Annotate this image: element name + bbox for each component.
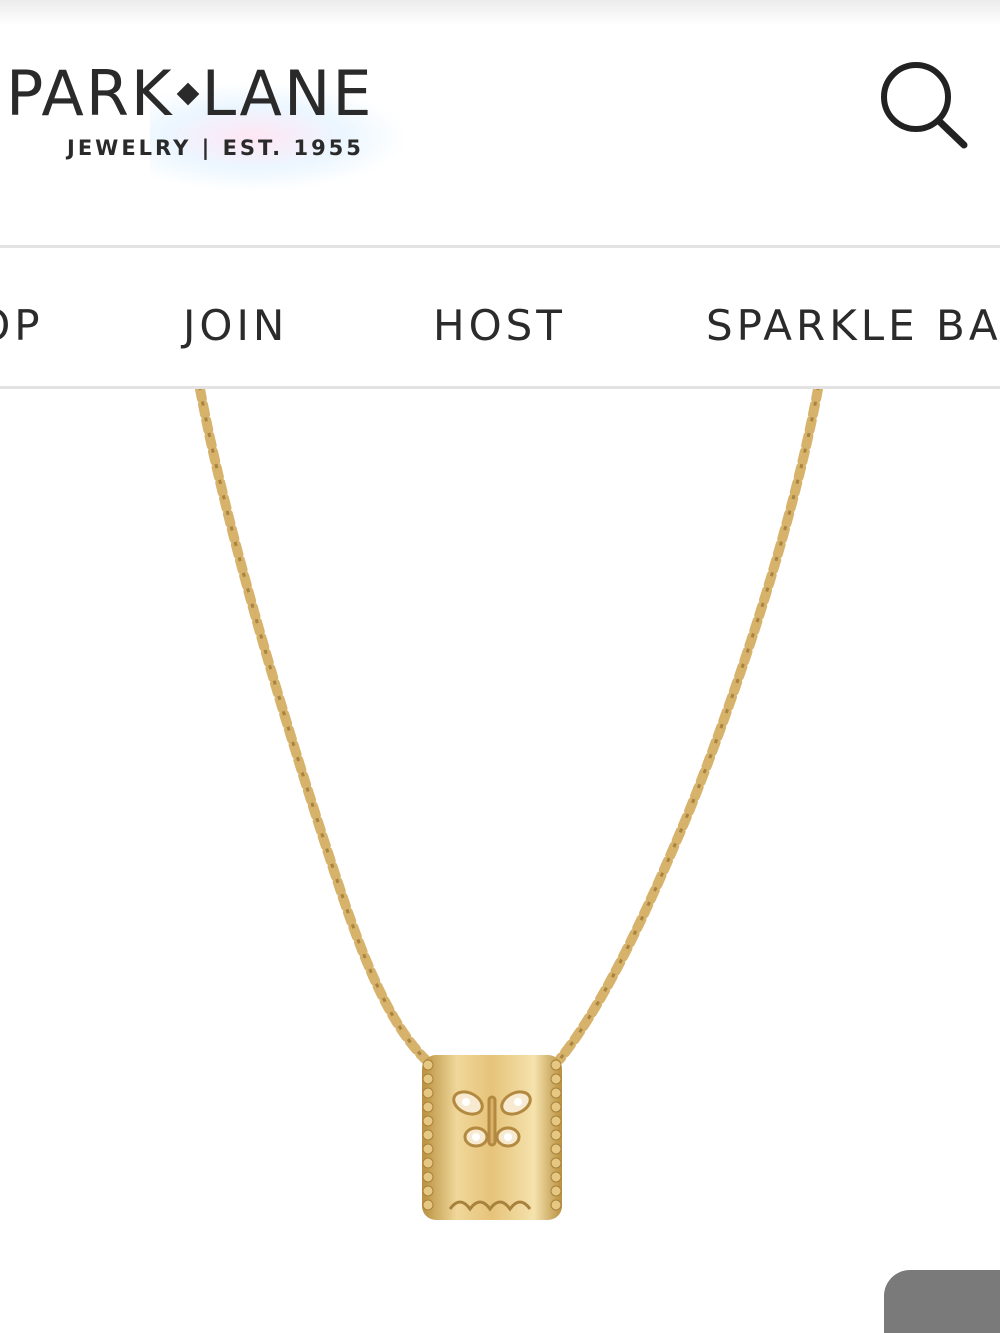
left-chain xyxy=(195,384,430,1064)
logo-brand-right: LANE xyxy=(201,57,374,130)
nav-item-sparkle-bar[interactable]: SPARKLE BAR xyxy=(706,300,1000,352)
page: PARK LANE JEWELRY | EST. 1955 SHOP JOIN H… xyxy=(0,0,1000,1333)
right-chain xyxy=(555,384,823,1064)
site-header: PARK LANE JEWELRY | EST. 1955 xyxy=(0,0,1000,246)
logo-tagline: JEWELRY | EST. 1955 xyxy=(67,136,364,160)
nav-item-shop[interactable]: SHOP xyxy=(0,300,44,352)
necklace-illustration xyxy=(195,384,823,1220)
nav-item-host[interactable]: HOST xyxy=(433,300,566,352)
search-icon xyxy=(881,62,968,149)
logo-brand-left: PARK xyxy=(6,57,174,130)
pendant xyxy=(422,1055,562,1220)
search-button[interactable] xyxy=(872,55,972,155)
logo-diamond-icon xyxy=(176,82,199,106)
product-image[interactable] xyxy=(0,384,1000,1333)
logo-wordmark: PARK LANE xyxy=(6,52,374,136)
nav-item-join[interactable]: JOIN xyxy=(183,300,288,352)
main-nav: SHOP JOIN HOST SPARKLE BAR xyxy=(0,248,1000,386)
floating-action-button[interactable] xyxy=(884,1270,1000,1333)
header-shade xyxy=(0,0,1000,26)
brand-logo[interactable]: PARK LANE JEWELRY | EST. 1955 xyxy=(0,52,440,192)
